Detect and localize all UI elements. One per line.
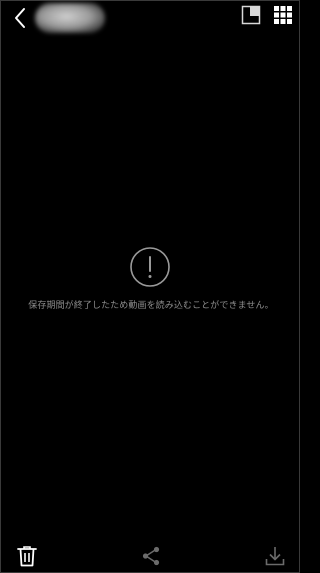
avatar[interactable] (35, 3, 105, 33)
download-icon (265, 547, 285, 566)
grid-view-button[interactable] (274, 6, 292, 24)
video-viewer-screen: 保存期間が終了したため動画を読み込むことができません。 (0, 0, 300, 573)
delete-button[interactable] (15, 544, 39, 568)
picture-in-picture-button[interactable] (241, 5, 261, 25)
error-indicator (129, 246, 171, 288)
top-bar (1, 1, 301, 35)
exclamation-circle-icon (130, 247, 170, 287)
error-message: 保存期間が終了したため動画を読み込むことができません。 (28, 301, 274, 311)
share-button[interactable] (140, 545, 162, 567)
trash-icon (17, 546, 37, 567)
chevron-left-icon (15, 8, 25, 28)
share-icon (142, 546, 160, 566)
download-button[interactable] (264, 545, 286, 567)
grid-icon (274, 6, 292, 24)
picture-in-picture-icon (241, 5, 261, 25)
back-button[interactable] (9, 6, 31, 30)
